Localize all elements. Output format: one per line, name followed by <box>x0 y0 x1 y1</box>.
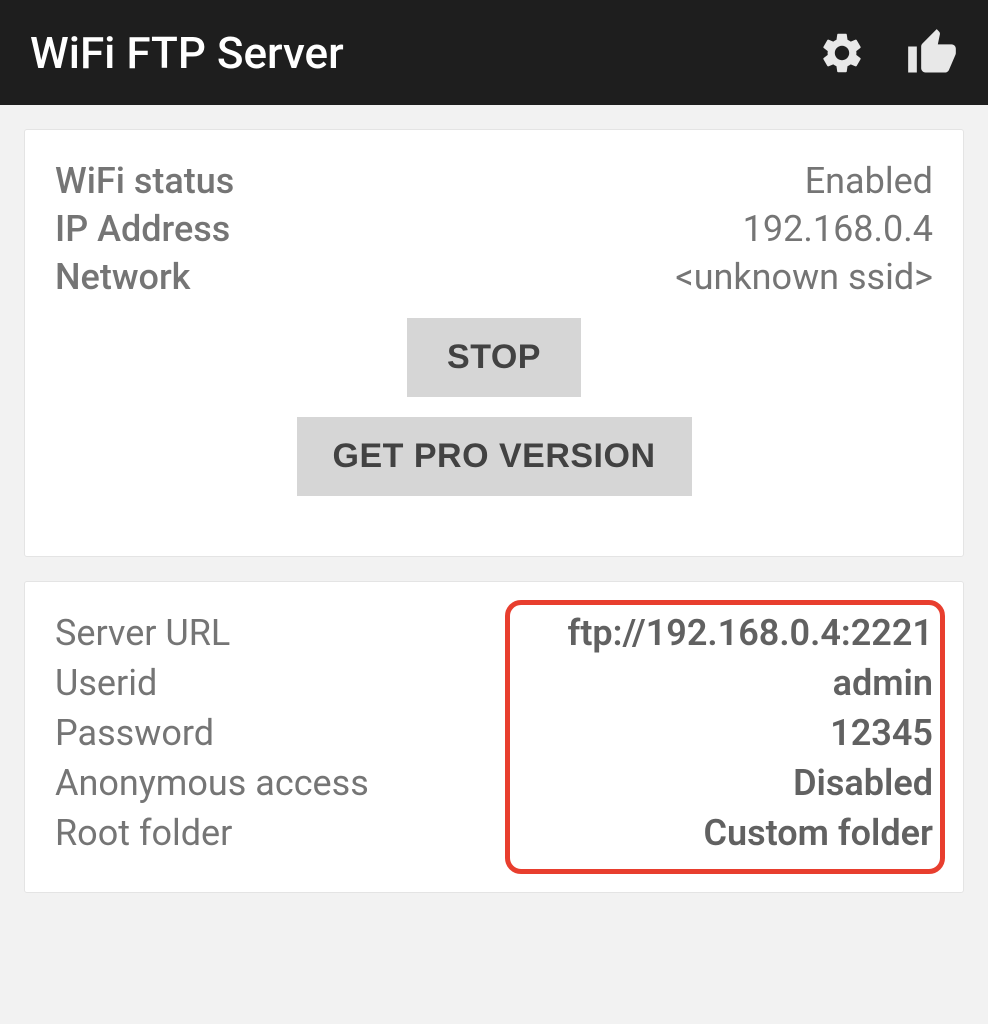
server-rows: Server URL ftp://192.168.0.4:2221 Userid… <box>55 612 933 862</box>
password-label: Password <box>55 712 214 754</box>
header-actions <box>818 27 958 79</box>
root-folder-label: Root folder <box>55 812 232 854</box>
ip-address-label: IP Address <box>55 208 230 250</box>
server-url-row: Server URL ftp://192.168.0.4:2221 <box>55 612 933 654</box>
status-card: WiFi status Enabled IP Address 192.168.0… <box>24 129 964 557</box>
password-value: 12345 <box>830 712 933 754</box>
server-info-card: Server URL ftp://192.168.0.4:2221 Userid… <box>24 581 964 893</box>
ip-address-row: IP Address 192.168.0.4 <box>55 208 933 250</box>
root-folder-row: Root folder Custom folder <box>55 812 933 854</box>
app-title: WiFi FTP Server <box>30 27 344 79</box>
network-value: <unknown ssid> <box>675 256 933 298</box>
ip-address-value: 192.168.0.4 <box>743 208 933 250</box>
wifi-status-label: WiFi status <box>55 160 234 202</box>
thumbs-up-icon[interactable] <box>906 27 958 79</box>
root-folder-value: Custom folder <box>704 812 934 854</box>
stop-button[interactable]: STOP <box>407 318 581 397</box>
wifi-status-value: Enabled <box>805 160 933 202</box>
anonymous-value: Disabled <box>793 762 933 804</box>
anonymous-label: Anonymous access <box>55 762 369 804</box>
userid-row: Userid admin <box>55 662 933 704</box>
get-pro-button[interactable]: GET PRO VERSION <box>297 417 692 496</box>
content-area: WiFi status Enabled IP Address 192.168.0… <box>0 105 988 893</box>
userid-value: admin <box>833 662 933 704</box>
userid-label: Userid <box>55 662 157 704</box>
button-container: STOP GET PRO VERSION <box>55 318 933 516</box>
network-label: Network <box>55 256 190 298</box>
wifi-status-row: WiFi status Enabled <box>55 160 933 202</box>
server-url-label: Server URL <box>55 612 230 654</box>
network-row: Network <unknown ssid> <box>55 256 933 298</box>
app-header: WiFi FTP Server <box>0 0 988 105</box>
settings-icon[interactable] <box>818 29 866 77</box>
password-row: Password 12345 <box>55 712 933 754</box>
server-url-value: ftp://192.168.0.4:2221 <box>568 612 933 654</box>
anonymous-row: Anonymous access Disabled <box>55 762 933 804</box>
